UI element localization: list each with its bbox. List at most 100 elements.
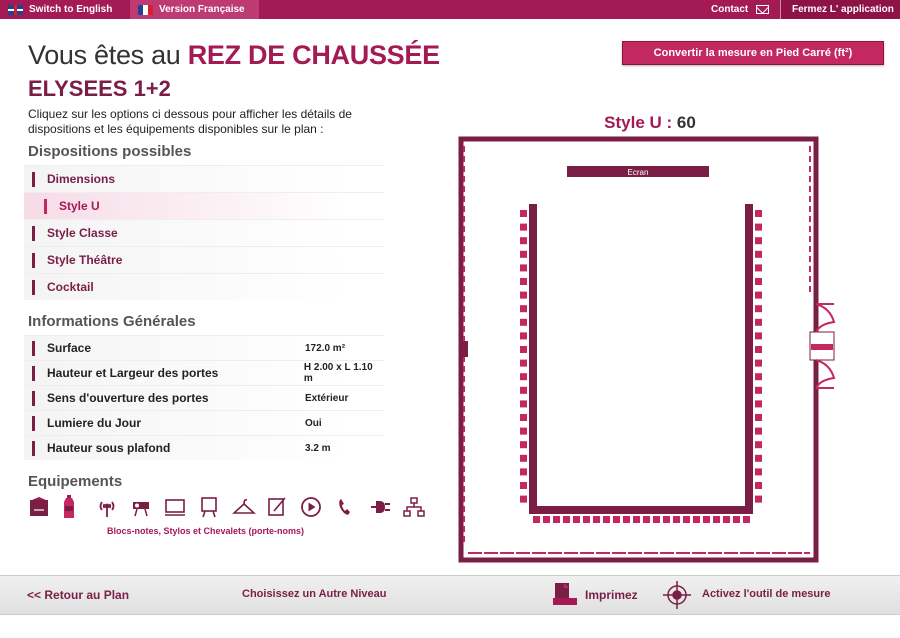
seat: [755, 400, 762, 408]
seat: [755, 482, 762, 489]
info-value: 172.0 m²: [305, 342, 346, 354]
bullet-marker: [32, 340, 35, 356]
seat: [755, 264, 762, 272]
bullet-marker: [32, 171, 35, 187]
bullet-marker: [32, 365, 35, 381]
screen-icon[interactable]: [164, 494, 198, 520]
seat: [520, 332, 527, 340]
seat: [653, 516, 660, 523]
measure-tool-button[interactable]: Activez l'outil de mesure: [702, 588, 831, 600]
disposition-item-style-u[interactable]: Style U: [24, 192, 384, 219]
choose-level-link[interactable]: Choisissez un Autre Niveau: [242, 588, 386, 600]
bottom-table: [529, 506, 753, 514]
floor-plan: Ecran: [458, 136, 836, 563]
wifi-antenna-icon[interactable]: [96, 494, 130, 520]
video-play-icon[interactable]: [300, 494, 334, 520]
level-name: REZ DE CHAUSSÉE: [187, 40, 440, 70]
mail-icon: [756, 5, 770, 14]
power-plug-icon[interactable]: [368, 494, 402, 520]
bullet-marker: [32, 415, 35, 431]
info-row: Lumiere du Jour Oui: [24, 410, 384, 435]
seat: [755, 223, 762, 231]
seat: [520, 468, 527, 476]
printer-icon[interactable]: [552, 581, 580, 614]
bullet-marker: [32, 390, 35, 406]
disposition-item-dimensions[interactable]: Dimensions: [24, 165, 384, 192]
seat: [520, 318, 527, 326]
seat: [755, 318, 762, 326]
disposition-label: Dimensions: [47, 172, 116, 186]
info-row: Hauteur sous plafond 3.2 m: [24, 435, 384, 460]
print-button[interactable]: Imprimez: [585, 588, 638, 602]
notepad-icon[interactable]: [28, 494, 62, 520]
uk-flag-icon: [8, 4, 23, 15]
seat: [520, 223, 527, 231]
seat: [520, 346, 527, 353]
info-value: H 2.00 x L 1.10 m: [303, 362, 373, 384]
bullet-marker: [32, 225, 35, 241]
seat: [520, 305, 527, 313]
convert-square-feet-button[interactable]: Convertir la mesure en Pied Carré (ft²): [622, 41, 884, 65]
seat: [633, 516, 640, 523]
seat: [755, 210, 762, 217]
seat: [603, 516, 610, 523]
close-app-button[interactable]: Fermez L' application: [781, 0, 900, 19]
disposition-item-style-classe[interactable]: Style Classe: [24, 219, 384, 246]
seat: [755, 414, 762, 421]
info-key: Surface: [47, 341, 92, 355]
coat-hanger-icon[interactable]: [232, 494, 266, 520]
informations-title: Informations Générales: [28, 313, 196, 330]
dispositions-title: Dispositions possibles: [28, 143, 192, 160]
crosshair-icon[interactable]: [662, 580, 692, 615]
seat: [520, 210, 527, 217]
plan-title: Style U : 60: [560, 113, 740, 133]
seat: [520, 373, 527, 381]
seat: [755, 237, 762, 245]
info-value: 3.2 m: [305, 442, 331, 454]
switch-english-label: Switch to English: [29, 4, 113, 15]
left-table: [529, 204, 537, 514]
seat: [520, 291, 527, 299]
seat: [553, 516, 560, 523]
screen-label: Ecran: [628, 168, 649, 177]
seat: [755, 278, 762, 285]
seat: [755, 373, 762, 381]
seat: [755, 468, 762, 476]
seat: [563, 516, 570, 523]
seat: [743, 516, 750, 523]
equipment-icons: [28, 494, 436, 520]
france-flag-icon: [138, 4, 153, 15]
telephone-icon[interactable]: [334, 494, 368, 520]
projector-icon[interactable]: [130, 494, 164, 520]
room-name: ELYSEES 1+2: [28, 76, 171, 101]
seat: [755, 305, 762, 313]
back-to-plan-link[interactable]: << Retour au Plan: [27, 588, 129, 602]
contact-button[interactable]: Contact: [701, 0, 781, 19]
switch-english-button[interactable]: Switch to English: [0, 0, 129, 19]
paperboard-icon[interactable]: [266, 494, 300, 520]
seat: [573, 516, 580, 523]
water-bottle-icon[interactable]: [62, 494, 96, 520]
seat: [683, 516, 690, 523]
disposition-item-cocktail[interactable]: Cocktail: [24, 273, 384, 300]
info-key: Hauteur sous plafond: [47, 441, 171, 455]
right-table: [745, 204, 753, 514]
seat: [755, 332, 762, 340]
info-key: Hauteur et Largeur des portes: [46, 366, 219, 380]
seat: [520, 482, 527, 489]
seat: [693, 516, 700, 523]
bullet-marker: [32, 279, 35, 295]
bullet-marker: [32, 440, 35, 456]
seat: [755, 359, 762, 367]
flipchart-icon[interactable]: [198, 494, 232, 520]
seat: [755, 441, 762, 449]
network-icon[interactable]: [402, 494, 436, 520]
disposition-label: Style U: [59, 199, 100, 213]
version-francaise-button[interactable]: Version Française: [130, 0, 259, 19]
disposition-item-style-theatre[interactable]: Style Théâtre: [24, 246, 384, 273]
info-value: Oui: [305, 417, 322, 429]
info-row: Sens d'ouverture des portes Extérieur: [24, 385, 384, 410]
seat: [613, 516, 620, 523]
close-app-label: Fermez L' application: [792, 4, 894, 15]
seat: [733, 516, 740, 523]
